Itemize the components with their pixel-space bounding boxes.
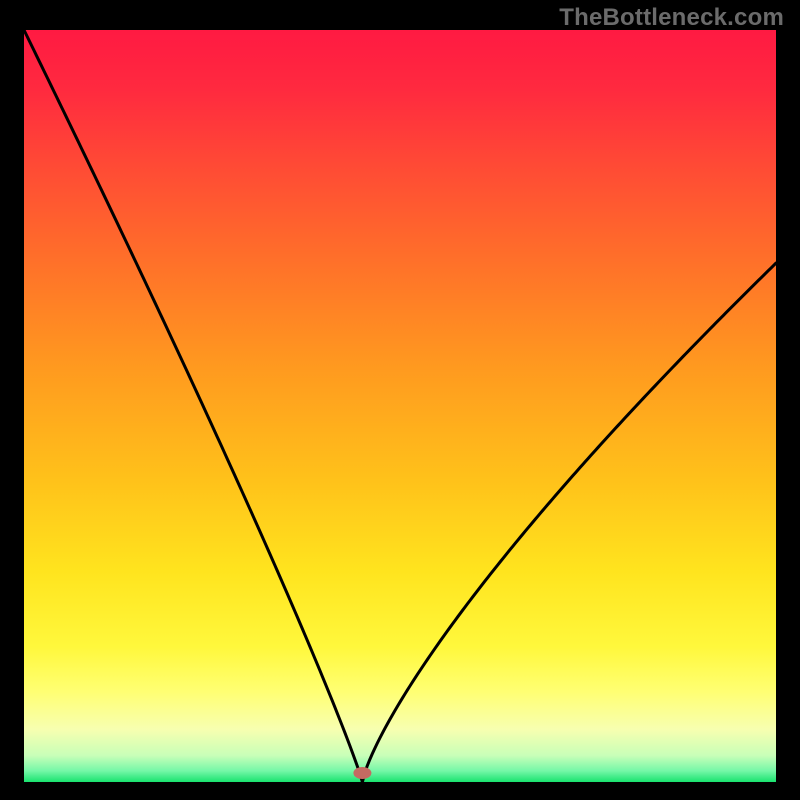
- chart-svg: [24, 30, 776, 782]
- chart-container: TheBottleneck.com: [0, 0, 800, 800]
- gradient-background: [24, 30, 776, 782]
- bottleneck-chart: [24, 30, 776, 782]
- optimum-marker: [353, 767, 371, 779]
- watermark-text: TheBottleneck.com: [559, 4, 784, 32]
